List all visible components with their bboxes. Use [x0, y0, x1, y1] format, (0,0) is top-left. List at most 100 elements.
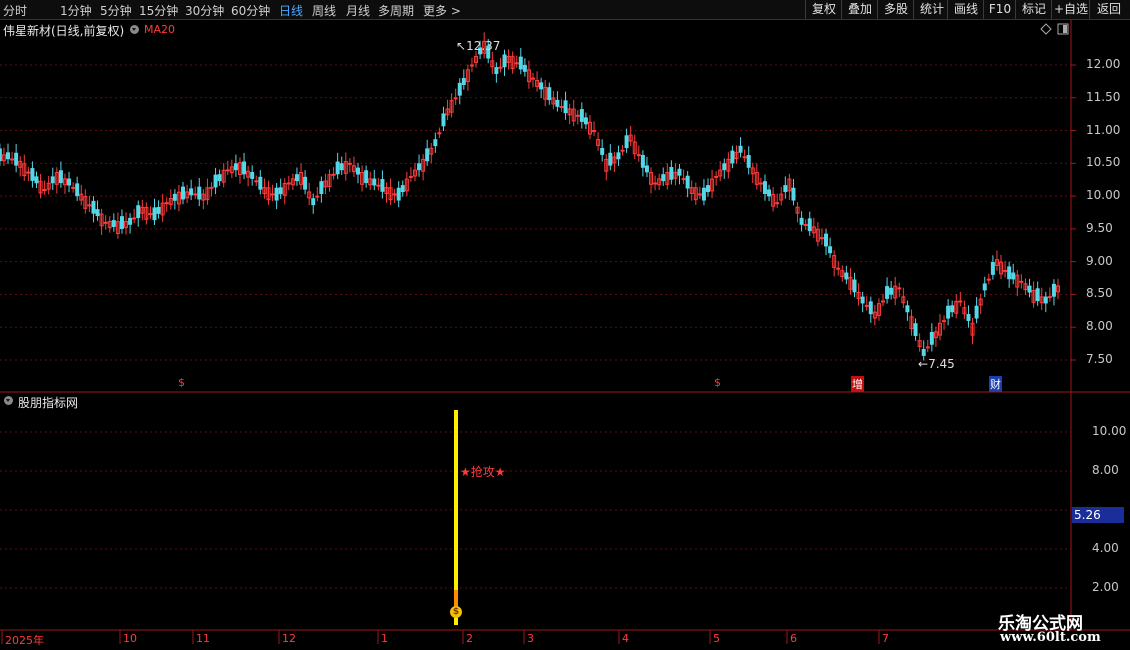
- candle-body: [539, 82, 544, 90]
- candle-body: [213, 174, 218, 188]
- candle-body: [425, 148, 430, 162]
- candle-body: [799, 217, 804, 225]
- candle-body: [87, 204, 92, 207]
- candle-body: [441, 113, 446, 127]
- event-marker-0[interactable]: $: [178, 376, 185, 389]
- candle-body: [34, 176, 39, 184]
- candle-body: [372, 178, 377, 186]
- candle-body: [91, 200, 96, 214]
- candle-body: [197, 186, 202, 200]
- candle-body: [555, 99, 560, 107]
- candle-body: [319, 181, 324, 194]
- candle-body: [164, 202, 169, 205]
- candle-body: [494, 67, 499, 75]
- event-marker-1[interactable]: $: [714, 376, 721, 389]
- candle-body: [67, 178, 72, 186]
- price-tick-label: 11.00: [1086, 122, 1121, 137]
- indicator-tick-label: 2.00: [1092, 580, 1119, 594]
- candle-body: [10, 158, 15, 161]
- candle-body: [392, 193, 397, 196]
- candle-body: [1027, 285, 1032, 293]
- candle-body: [730, 150, 735, 164]
- chevron-down-icon[interactable]: [4, 396, 13, 405]
- candle-body: [303, 176, 308, 190]
- candle-body: [181, 186, 185, 200]
- price-tick-label: 8.00: [1086, 319, 1113, 334]
- candle-body: [661, 174, 666, 182]
- candle-body: [258, 176, 263, 190]
- candle-body: [242, 161, 247, 175]
- candle-body: [889, 287, 894, 295]
- candle-body: [103, 221, 108, 224]
- event-marker-3[interactable]: 财: [989, 376, 1002, 392]
- candle-body: [925, 346, 930, 349]
- candle-body: [156, 206, 161, 214]
- candle-body: [775, 202, 780, 205]
- candle-body: [677, 168, 682, 176]
- candle-body: [453, 97, 458, 100]
- high-price-label: ↖12.37: [456, 39, 501, 53]
- candle-body: [1035, 288, 1040, 302]
- candle-body: [311, 198, 316, 206]
- candle-body: [738, 145, 743, 153]
- date-tick-label: 10: [123, 632, 137, 645]
- candle-body: [828, 246, 833, 254]
- price-tick-label: 10.00: [1086, 188, 1121, 203]
- event-marker-2[interactable]: 增: [851, 376, 864, 392]
- candle-body: [758, 182, 763, 185]
- candle-body: [669, 166, 674, 180]
- price-tick-label: 8.50: [1086, 286, 1113, 301]
- candle-body: [990, 262, 995, 275]
- candle-body: [653, 182, 658, 185]
- current-value-badge: 5.26: [1072, 507, 1124, 523]
- candle-body: [697, 193, 702, 196]
- candle-body: [864, 304, 869, 307]
- candle-body: [457, 82, 462, 96]
- candle-body: [233, 163, 238, 171]
- candle-body: [600, 147, 605, 155]
- candle-body: [270, 193, 275, 196]
- candle-body: [461, 78, 466, 85]
- candle-body: [706, 185, 710, 193]
- candle-body: [824, 233, 829, 247]
- candle-body: [42, 189, 47, 192]
- candle-body: [913, 323, 918, 337]
- candle-body: [148, 213, 153, 216]
- candle-body: [433, 139, 438, 147]
- candle-body: [624, 135, 629, 149]
- candle-body: [396, 187, 401, 201]
- price-tick-label: 9.50: [1086, 220, 1113, 235]
- candle-body: [742, 156, 747, 159]
- watermark-url: www.60lt.com: [1000, 630, 1101, 645]
- candle-body: [1047, 296, 1052, 299]
- candle-body: [58, 170, 63, 184]
- candle-body: [986, 278, 991, 281]
- date-tick-label: 6: [790, 632, 797, 645]
- candle-body: [681, 178, 686, 181]
- date-tick-label: 3: [527, 632, 534, 645]
- price-tick-label: 10.50: [1086, 155, 1121, 170]
- candle-body: [966, 314, 971, 321]
- candle-body: [844, 272, 849, 280]
- candle-body: [1011, 272, 1016, 280]
- candle-body: [714, 175, 719, 178]
- candle-body: [400, 185, 405, 193]
- candle-body: [136, 205, 141, 219]
- candle-body: [819, 237, 824, 240]
- indicator-title: 股朋指标网: [18, 396, 79, 410]
- candle-body: [518, 56, 523, 70]
- candle-body: [0, 148, 2, 162]
- candle-body: [608, 152, 613, 166]
- candle-body: [250, 172, 255, 179]
- candle-body: [885, 286, 890, 299]
- candle-body: [583, 117, 588, 125]
- candle-body: [514, 62, 519, 65]
- candle-body: [1003, 269, 1008, 272]
- candle-body: [881, 300, 885, 303]
- candle-body: [958, 300, 963, 303]
- candle-body: [644, 165, 649, 173]
- chart-canvas: [0, 20, 1130, 644]
- candle-body: [807, 218, 812, 232]
- candle-body: [364, 170, 369, 184]
- candle-body: [852, 279, 857, 293]
